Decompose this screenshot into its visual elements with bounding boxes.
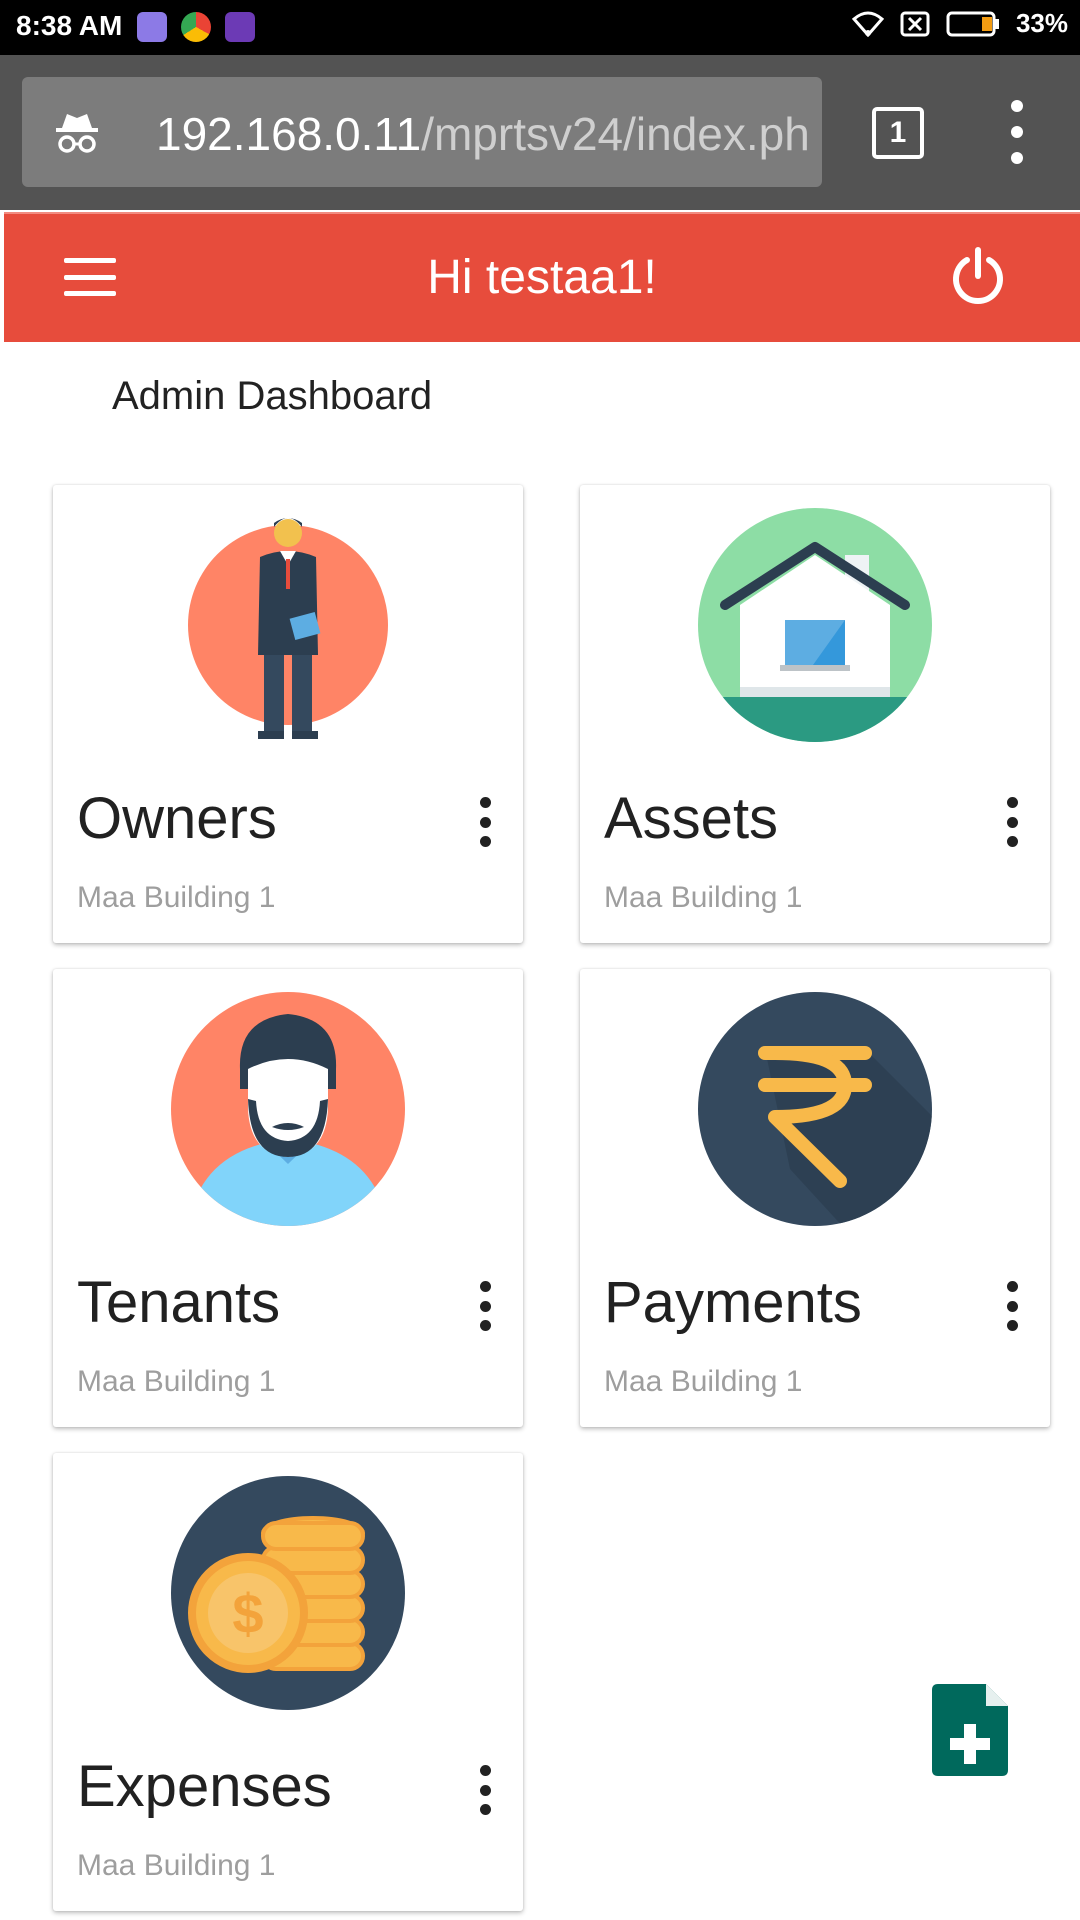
card-media: [53, 989, 523, 1229]
chrome-icon: [181, 12, 211, 42]
card-subtitle: Maa Building 1: [77, 1365, 276, 1398]
svg-text:$: $: [232, 1582, 263, 1645]
browser-toolbar: 192.168.0.11/mprtsv24/index.ph 1: [0, 55, 1080, 210]
expenses-card[interactable]: $ Expenses Maa Building 1: [53, 1453, 523, 1911]
app-notification-icon: [137, 12, 167, 42]
battery-percent: 33%: [1015, 8, 1068, 38]
businessman-icon: [188, 518, 388, 739]
music-app-icon: [225, 12, 255, 42]
browser-menu-button[interactable]: [1000, 100, 1034, 164]
page-title: Admin Dashboard: [112, 374, 433, 418]
card-more-icon[interactable]: [475, 797, 495, 847]
card-subtitle: Maa Building 1: [604, 881, 803, 914]
status-bar: 8:38 AM 33%: [0, 0, 1080, 55]
card-title: Payments: [604, 1270, 862, 1335]
url-path: /mprtsv24/index.ph: [421, 108, 810, 160]
card-media: [580, 505, 1050, 745]
card-title: Tenants: [77, 1270, 281, 1335]
card-subtitle: Maa Building 1: [77, 881, 276, 914]
card-more-icon[interactable]: [1002, 1281, 1022, 1331]
house-icon: [698, 508, 932, 742]
greeting-title: Hi testaa1!: [427, 251, 657, 304]
status-right: 33%: [851, 8, 1068, 39]
card-subtitle: Maa Building 1: [77, 1849, 276, 1882]
battery-icon: [946, 11, 999, 36]
add-document-icon[interactable]: [932, 1684, 1008, 1776]
app-header: Hi testaa1!: [4, 212, 1080, 342]
rupee-icon: [698, 992, 932, 1226]
card-media: $: [53, 1473, 523, 1713]
card-subtitle: Maa Building 1: [604, 1365, 803, 1398]
status-time: 8:38 AM: [16, 10, 123, 41]
card-title: Owners: [77, 786, 277, 851]
card-more-icon[interactable]: [475, 1765, 495, 1815]
tab-switcher-button[interactable]: 1: [872, 107, 924, 159]
wifi-icon: [851, 11, 884, 37]
card-more-icon[interactable]: [475, 1281, 495, 1331]
bearded-man-icon: [171, 992, 405, 1226]
incognito-icon[interactable]: [22, 77, 132, 187]
notification-icons: [137, 12, 255, 42]
card-media: [53, 505, 523, 745]
tenants-card[interactable]: Tenants Maa Building 1: [53, 969, 523, 1427]
card-media: [580, 989, 1050, 1229]
url-bar[interactable]: 192.168.0.11/mprtsv24/index.ph: [132, 77, 822, 187]
no-sim-icon: [900, 11, 930, 36]
owners-card[interactable]: Owners Maa Building 1: [53, 485, 523, 943]
card-title: Assets: [604, 786, 779, 851]
payments-card[interactable]: Payments Maa Building 1: [580, 969, 1050, 1427]
url-text[interactable]: 192.168.0.11/mprtsv24/index.ph: [156, 107, 810, 161]
assets-card[interactable]: Assets Maa Building 1: [580, 485, 1050, 943]
url-host: 192.168.0.11: [156, 108, 422, 160]
card-title: Expenses: [77, 1754, 332, 1819]
card-more-icon[interactable]: [1002, 797, 1022, 847]
coins-icon: $: [171, 1476, 405, 1710]
power-icon[interactable]: [948, 246, 1008, 306]
